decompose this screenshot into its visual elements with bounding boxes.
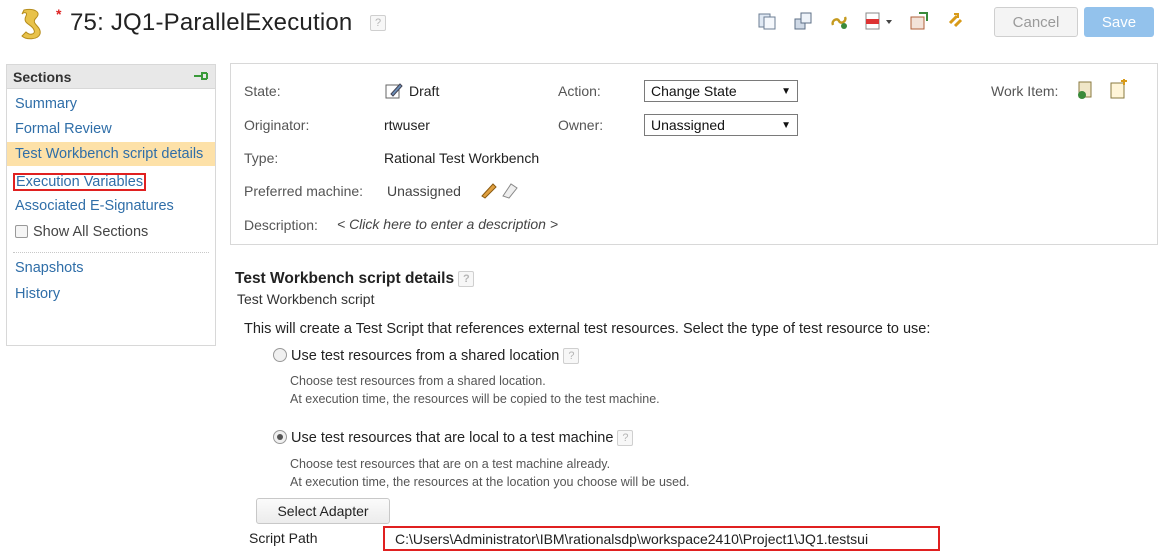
option-local-machine[interactable]: Use test resources that are local to a t… [273,430,634,447]
work-item-label: Work Item: [991,83,1059,99]
details-panel: State: Draft Action: Change State ▼ Work… [230,63,1158,245]
title-help-icon[interactable]: ? [370,15,386,31]
originator-label: Originator: [244,117,310,133]
sections-title: Sections [13,68,72,85]
state-label: State: [244,83,281,99]
chevron-down-icon: ▼ [781,85,791,97]
pin-icon[interactable] [193,69,209,85]
sections-sidebar: Sections Summary Formal Review Test Work… [6,64,216,346]
toolbar [756,10,966,32]
chevron-down-icon: ▼ [781,119,791,131]
sidebar-item-snapshots[interactable]: Snapshots [7,259,215,277]
state-value: Draft [409,83,440,99]
clear-eraser-icon[interactable] [499,178,521,205]
originator-value: rtwuser [384,117,430,133]
link-icon[interactable] [828,10,850,32]
radio-shared-location[interactable] [273,348,287,362]
radio-local-machine[interactable] [273,430,287,444]
show-all-checkbox[interactable] [15,225,28,238]
owner-label: Owner: [558,117,604,133]
work-item-link-icon[interactable] [1074,79,1096,106]
option-local-label: Use test resources that are local to a t… [291,430,614,446]
section-title: Test Workbench script details ? [235,270,475,288]
sidebar-item-formal-review[interactable]: Formal Review [7,120,215,138]
option-shared-label: Use test resources from a shared locatio… [291,348,560,364]
sections-header: Sections [7,65,215,89]
description-placeholder[interactable]: < Click here to enter a description > [337,216,558,232]
edit-pencil-icon[interactable] [479,178,501,205]
option-shared-location[interactable]: Use test resources from a shared locatio… [273,348,580,365]
sidebar-item-history[interactable]: History [7,285,215,303]
work-item-new-icon[interactable] [1107,79,1129,106]
pdf-icon[interactable] [864,10,894,32]
save-button[interactable]: Save [1084,7,1154,37]
edit-state-icon [384,81,404,106]
option-local-desc-2: At execution time, the resources at the … [290,475,690,489]
copy-icon[interactable] [756,10,778,32]
sidebar-item-summary[interactable]: Summary [7,95,215,113]
sidebar-item-execution-variables[interactable]: Execution Variables [13,173,147,191]
type-value: Rational Test Workbench [384,150,540,166]
option-shared-help-icon[interactable]: ? [563,348,580,365]
unsaved-marker: * [56,6,62,22]
action-label: Action: [558,83,601,99]
owner-select[interactable]: Unassigned ▼ [644,114,798,136]
sidebar-item-associated-e-signatures[interactable]: Associated E-Signatures [7,197,215,215]
sidebar-divider [13,252,209,253]
description-label: Description: [244,217,318,233]
page-title: 75: JQ1-ParallelExecution [70,9,353,36]
section-subtitle: Test Workbench script [237,291,375,307]
select-adapter-button[interactable]: Select Adapter [256,498,390,524]
option-shared-desc-2: At execution time, the resources will be… [290,392,660,406]
action-select[interactable]: Change State ▼ [644,80,798,102]
test-script-logo-icon [14,6,50,42]
resource-intro-text: This will create a Test Script that refe… [244,321,931,337]
preferred-machine-label: Preferred machine: [244,183,364,199]
sidebar-item-test-workbench-script-details[interactable]: Test Workbench script details [7,142,215,166]
cancel-button[interactable]: Cancel [994,7,1078,37]
owner-select-value: Unassigned [651,117,725,133]
type-label: Type: [244,150,279,166]
script-path-label: Script Path [249,530,318,546]
show-all-label: Show All Sections [33,224,149,240]
export-icon[interactable] [908,10,930,32]
script-path-input[interactable]: C:\Users\Administrator\IBM\rationalsdp\w… [383,526,940,551]
section-title-text: Test Workbench script details [235,270,455,287]
refresh-icon[interactable] [944,10,966,32]
section-help-icon[interactable]: ? [458,270,475,287]
option-shared-desc-1: Choose test resources from a shared loca… [290,374,546,388]
action-select-value: Change State [651,83,737,99]
show-all-sections-toggle[interactable]: Show All Sections [7,224,215,240]
preferred-machine-value: Unassigned [387,183,461,199]
option-local-desc-1: Choose test resources that are on a test… [290,457,611,471]
option-local-help-icon[interactable]: ? [617,430,634,447]
duplicate-icon[interactable] [792,10,814,32]
